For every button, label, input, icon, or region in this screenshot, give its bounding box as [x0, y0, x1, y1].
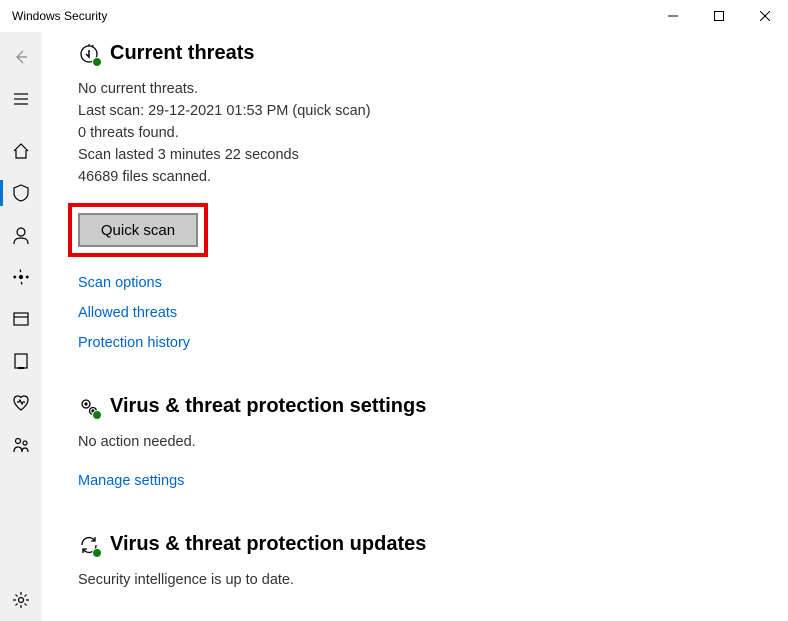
- sidebar-item-device-health[interactable]: [0, 382, 42, 424]
- content-area: Current threats No current threats. Last…: [42, 32, 788, 621]
- settings-section-icon: [78, 396, 100, 418]
- sidebar-item-home[interactable]: [0, 130, 42, 172]
- scan-duration-text: Scan lasted 3 minutes 22 seconds: [78, 145, 788, 166]
- protection-settings-section: Virus & threat protection settings No ac…: [78, 395, 788, 489]
- threats-icon: [78, 43, 100, 65]
- settings-title: Virus & threat protection settings: [110, 395, 426, 418]
- close-button[interactable]: [742, 0, 788, 32]
- maximize-button[interactable]: [696, 0, 742, 32]
- menu-button[interactable]: [0, 78, 42, 120]
- back-button[interactable]: [0, 36, 42, 78]
- protection-history-link[interactable]: Protection history: [78, 335, 788, 351]
- updates-icon: [78, 534, 100, 556]
- updates-title: Virus & threat protection updates: [110, 533, 426, 556]
- sidebar: [0, 32, 42, 621]
- sidebar-item-settings[interactable]: [0, 579, 42, 621]
- titlebar: Windows Security: [0, 0, 788, 32]
- current-threats-section: Current threats No current threats. Last…: [78, 42, 788, 351]
- sidebar-item-family[interactable]: [0, 424, 42, 466]
- manage-settings-link[interactable]: Manage settings: [78, 473, 788, 489]
- minimize-button[interactable]: [650, 0, 696, 32]
- sidebar-item-app-browser[interactable]: [0, 298, 42, 340]
- allowed-threats-link[interactable]: Allowed threats: [78, 305, 788, 321]
- protection-updates-section: Virus & threat protection updates Securi…: [78, 533, 788, 591]
- threats-title: Current threats: [110, 42, 254, 65]
- sidebar-item-virus-protection[interactable]: [0, 172, 42, 214]
- updates-status: Security intelligence is up to date.: [78, 570, 788, 591]
- threats-status: No current threats.: [78, 79, 788, 100]
- last-scan-text: Last scan: 29-12-2021 01:53 PM (quick sc…: [78, 101, 788, 122]
- files-scanned-text: 46689 files scanned.: [78, 167, 788, 188]
- sidebar-item-account[interactable]: [0, 214, 42, 256]
- settings-status: No action needed.: [78, 432, 788, 453]
- scan-options-link[interactable]: Scan options: [78, 275, 788, 291]
- threats-found-text: 0 threats found.: [78, 123, 788, 144]
- window-title: Windows Security: [12, 9, 107, 23]
- sidebar-item-firewall[interactable]: [0, 256, 42, 298]
- sidebar-item-device-security[interactable]: [0, 340, 42, 382]
- quick-scan-highlight: Quick scan: [68, 203, 208, 257]
- window-controls: [650, 0, 788, 32]
- quick-scan-button[interactable]: Quick scan: [78, 213, 198, 247]
